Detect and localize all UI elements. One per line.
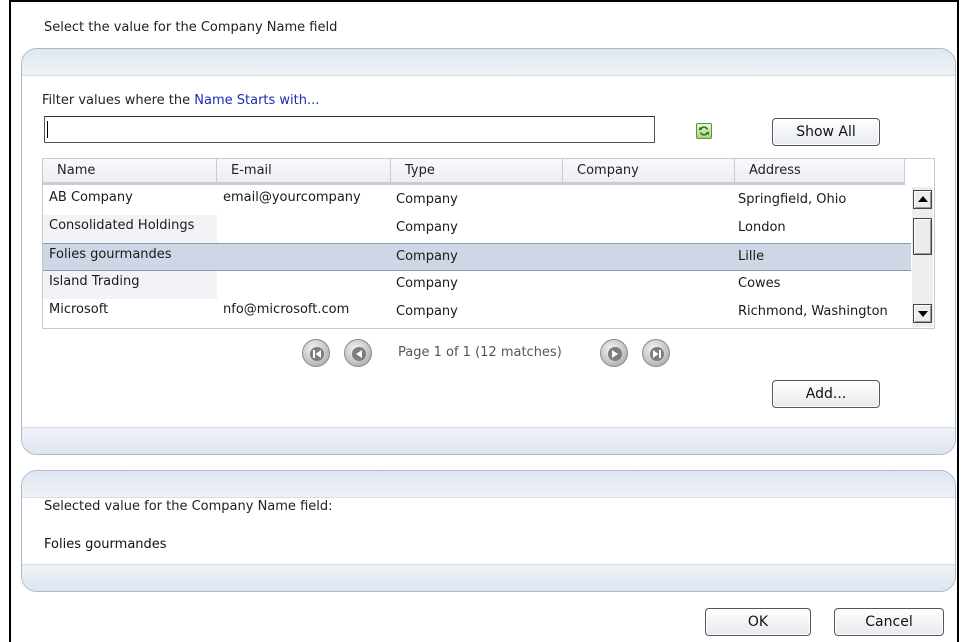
previous-page-button[interactable] [344, 339, 372, 367]
table-row[interactable]: Island Trading Company Cowes [43, 271, 911, 299]
grid-body: AB Company email@yourcompany Company Spr… [43, 187, 911, 327]
arrow-up-icon [918, 196, 928, 202]
cell-name: Microsoft [49, 302, 109, 317]
cell-type: Company [396, 220, 458, 235]
pager: Page 1 of 1 (12 matches) [0, 339, 969, 369]
cell-address: Richmond, Washington [738, 304, 888, 319]
text-caret [47, 121, 48, 138]
selection-panel [21, 470, 956, 592]
scroll-down-button[interactable] [913, 304, 932, 323]
arrow-down-icon [918, 311, 928, 317]
next-page-button[interactable] [600, 339, 628, 367]
cancel-button[interactable]: Cancel [834, 608, 944, 636]
cell-name: Consolidated Holdings [43, 215, 217, 243]
cell-email: email@yourcompany [223, 190, 361, 205]
cell-type: Company [396, 249, 458, 264]
table-row[interactable]: AB Company email@yourcompany Company Spr… [43, 187, 911, 215]
scroll-thumb[interactable] [913, 218, 932, 255]
page-info: Page 1 of 1 (12 matches) [398, 345, 562, 360]
cell-name: AB Company [49, 190, 133, 205]
cell-company [563, 271, 735, 299]
cell-company [563, 299, 735, 327]
show-all-button[interactable]: Show All [772, 118, 880, 146]
cell-email [217, 244, 391, 270]
values-grid: Name E-mail Type Company Address AB Comp… [42, 158, 935, 329]
cell-company [563, 215, 735, 243]
cell-address: Cowes [738, 276, 781, 291]
column-header-type[interactable]: Type [391, 159, 563, 182]
panel-footer-band [22, 427, 955, 454]
filter-label-prefix: Filter values where the [42, 93, 191, 108]
dialog-title: Select the value for the Company Name fi… [44, 20, 338, 35]
filter-label-field: Name Starts with... [194, 93, 320, 108]
first-page-icon [310, 347, 324, 361]
column-header-name[interactable]: Name [43, 159, 217, 182]
table-row[interactable]: Microsoft nfo@microsoft.com Company Rich… [43, 299, 911, 327]
column-header-address[interactable]: Address [735, 159, 905, 182]
cell-address: Lille [738, 249, 765, 264]
cell-address: Springfield, Ohio [738, 192, 847, 207]
panel-header-band [22, 471, 955, 498]
cell-type: Company [396, 192, 458, 207]
refresh-icon[interactable] [696, 123, 712, 139]
table-row[interactable]: Consolidated Holdings Company London [43, 215, 911, 243]
cell-company [563, 244, 735, 270]
cell-email [217, 215, 391, 243]
first-page-button[interactable] [302, 339, 330, 367]
panel-header-band [22, 49, 955, 76]
last-page-button[interactable] [642, 339, 670, 367]
scroll-up-button[interactable] [913, 190, 932, 209]
filter-label: Filter values where the Name Starts with… [42, 93, 319, 108]
previous-page-icon [352, 347, 366, 361]
filter-input[interactable] [44, 116, 655, 143]
cell-email: nfo@microsoft.com [223, 302, 350, 317]
cell-type: Company [396, 276, 458, 291]
cell-email [217, 271, 391, 299]
table-row-selected[interactable]: Folies gourmandes Company Lille [43, 243, 911, 271]
ok-button[interactable]: OK [705, 608, 811, 636]
panel-footer-band [22, 564, 955, 591]
column-header-email[interactable]: E-mail [217, 159, 391, 182]
cell-name: Folies gourmandes [49, 247, 172, 262]
selected-value-label: Selected value for the Company Name fiel… [44, 499, 333, 514]
last-page-icon [650, 347, 664, 361]
cell-address: London [738, 220, 786, 235]
grid-scrollbar[interactable] [912, 187, 933, 327]
cell-type: Company [396, 304, 458, 319]
cell-name: Island Trading [43, 271, 217, 299]
cell-company [563, 187, 735, 215]
grid-header: Name E-mail Type Company Address [43, 159, 905, 185]
column-header-company[interactable]: Company [563, 159, 735, 182]
add-button[interactable]: Add... [772, 380, 880, 408]
selected-value-text: Folies gourmandes [44, 537, 167, 552]
next-page-icon [608, 347, 622, 361]
